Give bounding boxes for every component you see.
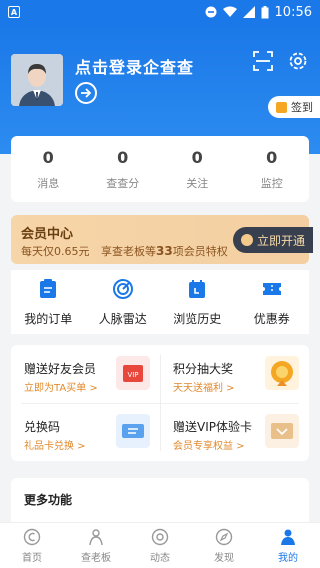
nav-boss[interactable]: 查老板	[64, 523, 128, 568]
quick-orders[interactable]: 我的订单	[11, 270, 86, 334]
nav-label: 发现	[214, 552, 234, 564]
stat-messages[interactable]: 0 消息	[11, 136, 86, 202]
radar-icon	[112, 278, 133, 299]
battery-icon	[261, 5, 269, 18]
promo-grid: 赠送好友会员 立即为TA买单 > VIP 积分抽大奖 天天送福利 > 兑换码 礼…	[11, 345, 309, 461]
quick-history[interactable]: 浏览历史	[160, 270, 235, 334]
feed-icon	[151, 528, 169, 545]
promo-title: 积分抽大奖	[173, 362, 234, 376]
nav-profile[interactable]: 我的	[256, 523, 320, 568]
wifi-icon	[222, 6, 237, 17]
stats-card: 0 消息 0 查查分 0 关注 0 监控	[11, 136, 309, 202]
stat-label: 消息	[37, 176, 60, 190]
promo-sub: 会员专享权益 >	[173, 441, 245, 452]
stat-monitor[interactable]: 0 监控	[235, 136, 310, 202]
stat-value: 0	[191, 147, 203, 167]
vip-open-button[interactable]: 立即开通	[233, 227, 313, 253]
status-bar: A 10:56	[0, 0, 320, 24]
more-functions-title: 更多功能	[24, 493, 73, 507]
nav-feed[interactable]: 动态	[128, 523, 192, 568]
nav-label: 首页	[22, 552, 42, 564]
nav-label: 动态	[150, 552, 170, 564]
stat-value: 0	[42, 147, 54, 167]
stat-label: 查查分	[106, 176, 140, 190]
vip-title: 会员中心	[21, 227, 74, 242]
home-icon	[23, 528, 41, 545]
stat-value: 0	[266, 147, 278, 167]
divider	[21, 403, 299, 404]
stat-value: 0	[117, 147, 129, 167]
more-functions-section: 更多功能	[11, 478, 309, 522]
profile-header: 点击登录企查查 签到	[0, 24, 320, 154]
promo-title: 赠送VIP体验卡	[173, 420, 252, 434]
scan-icon[interactable]	[252, 50, 274, 72]
stat-label: 监控	[260, 176, 283, 190]
lottery-wheel-icon	[265, 356, 299, 390]
quick-label: 优惠券	[253, 311, 290, 326]
nav-discover[interactable]: 发现	[192, 523, 256, 568]
vip-gift-icon: VIP	[116, 356, 150, 390]
promo-title: 赠送好友会员	[24, 362, 97, 376]
sign-in-button[interactable]: 签到	[268, 96, 320, 118]
boss-icon	[89, 528, 103, 545]
login-title[interactable]: 点击登录企查查	[75, 54, 194, 78]
history-icon	[189, 279, 206, 298]
signal-icon	[242, 6, 255, 18]
nav-label: 查老板	[81, 552, 111, 564]
stat-score[interactable]: 0 查查分	[86, 136, 161, 202]
promo-sub: 天天送福利 >	[173, 383, 235, 394]
promo-redeem-code[interactable]: 兑换码 礼品卡兑换 >	[11, 403, 160, 461]
default-avatar-icon	[11, 54, 63, 106]
quick-label: 人脉雷达	[98, 311, 147, 326]
arrow-right-icon	[81, 88, 92, 98]
login-arrow-button[interactable]	[75, 82, 97, 104]
quick-label: 浏览历史	[173, 311, 222, 326]
stat-label: 关注	[186, 176, 209, 190]
stat-following[interactable]: 0 关注	[160, 136, 235, 202]
bottom-nav: 首页 查老板 动态 发现 我的	[0, 522, 320, 568]
quick-actions: 我的订单 人脉雷达 浏览历史 优惠券	[11, 270, 309, 334]
ticket-icon	[116, 414, 150, 448]
promo-title: 兑换码	[24, 420, 61, 434]
dnd-icon	[205, 6, 217, 18]
vip-card-icon	[265, 414, 299, 448]
promo-gift-vip[interactable]: 赠送好友会员 立即为TA买单 > VIP	[11, 345, 160, 403]
nav-home[interactable]: 首页	[0, 523, 64, 568]
coupon-icon	[262, 282, 281, 295]
app-badge: A	[8, 6, 20, 18]
promo-lottery[interactable]: 积分抽大奖 天天送福利 >	[160, 345, 309, 403]
clock: 10:56	[274, 4, 312, 20]
svg-text:VIP: VIP	[127, 371, 138, 379]
vip-open-label: 立即开通	[257, 233, 306, 248]
vip-benefit: 享查老板等33项会员特权	[101, 244, 228, 258]
sign-in-label: 签到	[291, 101, 313, 114]
promo-sub: 礼品卡兑换 >	[24, 441, 86, 452]
gear-icon[interactable]	[287, 50, 309, 72]
promo-sub: 立即为TA买单 >	[24, 383, 98, 394]
quick-coupons[interactable]: 优惠券	[235, 270, 310, 334]
order-icon	[40, 278, 57, 298]
calendar-icon	[276, 101, 287, 113]
quick-label: 我的订单	[24, 311, 73, 326]
diamond-icon	[241, 234, 253, 246]
compass-icon	[215, 528, 233, 545]
quick-radar[interactable]: 人脉雷达	[86, 270, 161, 334]
vip-price: 每天仅0.65元	[21, 245, 90, 258]
avatar[interactable]	[11, 54, 63, 106]
profile-icon	[281, 529, 295, 545]
nav-label: 我的	[278, 552, 298, 564]
promo-vip-trial[interactable]: 赠送VIP体验卡 会员专享权益 >	[160, 403, 309, 461]
